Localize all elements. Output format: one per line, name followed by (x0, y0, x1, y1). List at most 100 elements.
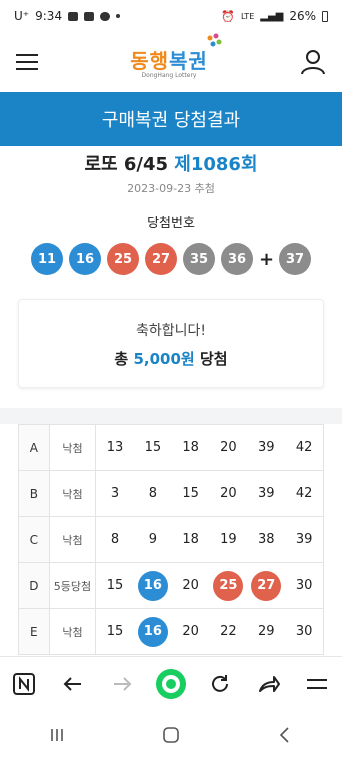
winning-ball: 25 (107, 243, 139, 275)
game-number-cell: 30 (285, 608, 325, 655)
game-number: 20 (182, 578, 199, 593)
bonus-plus-sign: + (259, 248, 275, 270)
winning-ball: 35 (183, 243, 215, 275)
game-number: 15 (182, 486, 199, 501)
game-id: B (18, 470, 50, 517)
signal-icon: ▂▄▆ (260, 10, 284, 22)
recent-apps-icon[interactable] (40, 718, 74, 752)
game-number: 39 (295, 532, 313, 547)
game-number-cell: 16 (133, 562, 172, 609)
congrats-card: 축하합니다! 총 5,000원 당첨 (18, 299, 324, 388)
game-number: 3 (110, 486, 120, 501)
logo-text-b: 복권 (169, 49, 208, 73)
game-row: D 5등당첨 15 16 20 25 27 30 (18, 562, 325, 609)
logo-spark-icon (207, 33, 222, 47)
round-number: 제1086회 (174, 154, 258, 175)
draw-date: 2023-09-23 추첨 (127, 182, 215, 195)
game-number-cell: 15 (133, 424, 172, 471)
game-number-cell: 19 (209, 516, 248, 563)
game-number-cell: 8 (95, 516, 134, 563)
more-menu-icon[interactable] (300, 667, 334, 701)
matched-number-ball: 16 (137, 616, 168, 647)
game-number-cell: 8 (133, 470, 172, 517)
matched-number-ball: 25 (213, 570, 244, 601)
app-header: 동행복권 DongHang Lottery (0, 32, 342, 92)
winning-ball: 16 (69, 243, 101, 275)
game-row: E 낙첨 15 16 20 22 29 30 (18, 608, 325, 655)
prize-prefix: 총 (114, 350, 129, 368)
purchased-games: A 낙첨 13 15 18 20 39 42 B 낙첨 3 8 15 20 39 42 C 낙첨 8 9 18 19 38 3… (0, 424, 342, 678)
game-number: 30 (295, 624, 313, 639)
game-result: 낙첨 (48, 424, 97, 471)
game-number: 39 (258, 486, 275, 501)
winning-ball: 27 (145, 243, 177, 275)
page-banner: 구매복권 당첨결과 (0, 92, 342, 146)
back-icon[interactable] (56, 667, 90, 701)
game-number: 15 (106, 578, 124, 593)
battery-label: 26% (289, 9, 316, 23)
prize-amount: 5,000원 (133, 350, 195, 368)
game-number: 15 (144, 440, 162, 455)
home-icon[interactable] (154, 718, 188, 752)
game-number-cell: 16 (133, 608, 172, 655)
game-number: 13 (106, 440, 124, 455)
game-number-cell: 38 (247, 516, 286, 563)
game-number-cell: 20 (171, 608, 210, 655)
naver-home-icon[interactable] (7, 667, 41, 701)
game-number-cell: 30 (285, 562, 325, 609)
game-number-cell: 42 (285, 470, 325, 517)
game-number-cell: 39 (247, 424, 286, 471)
game-id: D (18, 562, 50, 609)
game-number: 9 (148, 532, 157, 547)
green-dot-icon[interactable] (154, 667, 188, 701)
system-nav-bar (0, 710, 342, 760)
refresh-icon[interactable] (203, 667, 237, 701)
game-row: B 낙첨 3 8 15 20 39 42 (18, 470, 325, 517)
browser-toolbar (0, 656, 342, 710)
carrier-label: U⁺ (14, 9, 30, 23)
game-number-cell: 42 (285, 424, 325, 471)
game-number: 42 (295, 486, 313, 501)
logo[interactable]: 동행복권 DongHang Lottery (130, 33, 222, 79)
game-number-cell: 27 (247, 562, 286, 609)
forward-icon[interactable] (105, 667, 139, 701)
game-result: 5등당첨 (48, 562, 97, 609)
game-number-cell: 20 (171, 562, 210, 609)
game-number: 8 (148, 486, 157, 501)
status-time: 9:34 (35, 9, 63, 23)
winning-numbers-label: 당첨번호 (147, 216, 195, 231)
menu-icon[interactable] (16, 49, 38, 75)
game-result: 낙첨 (48, 516, 97, 563)
system-back-icon[interactable] (268, 718, 302, 752)
game-number: 8 (110, 532, 120, 547)
game-number-cell: 20 (209, 470, 248, 517)
network-label: LTE (240, 11, 255, 21)
gallery-icon (68, 11, 79, 21)
page-title: 구매복권 당첨결과 (101, 110, 241, 131)
game-name: 로또 6/45 (84, 154, 169, 175)
game-number-cell: 3 (95, 470, 134, 517)
share-icon[interactable] (252, 667, 286, 701)
draw-summary: 로또 6/45 제1086회 2023-09-23 추첨 당첨번호 11 16 25… (0, 146, 342, 408)
game-number-cell: 13 (95, 424, 134, 471)
status-bar: U⁺ 9:34 ⏰ LTE ▂▄▆ 26% (0, 0, 342, 32)
game-number-cell: 18 (171, 424, 210, 471)
game-number: 15 (106, 624, 124, 639)
game-row: A 낙첨 13 15 18 20 39 42 (18, 424, 325, 471)
alarm-icon: ⏰ (221, 9, 235, 23)
game-result: 낙첨 (48, 470, 97, 517)
congrats-message: 축하합니다! (135, 323, 206, 339)
prize-suffix: 당첨 (199, 350, 228, 368)
game-number-cell: 29 (247, 608, 286, 655)
youtube-icon (84, 11, 95, 21)
draw-title: 로또 6/45 제1086회 (18, 150, 324, 176)
game-number-cell: 20 (209, 424, 248, 471)
game-number-cell: 39 (247, 470, 286, 517)
game-number: 20 (182, 624, 199, 639)
game-number: 18 (182, 532, 199, 547)
user-icon[interactable] (300, 49, 326, 75)
game-number-cell: 18 (171, 516, 210, 563)
game-number-cell: 22 (209, 608, 248, 655)
game-id: C (18, 516, 50, 563)
matched-number-ball: 16 (137, 570, 168, 601)
